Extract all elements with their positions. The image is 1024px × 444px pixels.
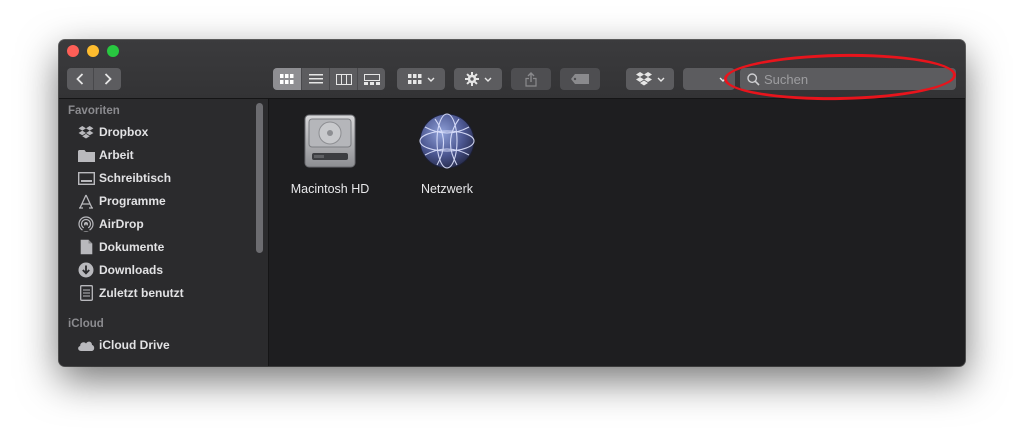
share-button[interactable] xyxy=(511,68,551,90)
zoom-button[interactable] xyxy=(107,45,119,57)
document-icon xyxy=(77,239,95,255)
column-view-icon xyxy=(335,73,352,85)
search-icon xyxy=(747,72,760,86)
gear-icon xyxy=(464,72,479,86)
sidebar-item-programme[interactable]: Programme xyxy=(77,191,166,211)
toolbar xyxy=(59,40,965,99)
applications-icon xyxy=(77,193,95,209)
group-button[interactable] xyxy=(397,68,445,90)
desktop-icon xyxy=(77,170,95,186)
sidebar-item-dokumente[interactable]: Dokumente xyxy=(77,237,164,257)
nav-buttons xyxy=(67,68,121,90)
hard-drive-icon xyxy=(304,114,356,168)
sidebar-section-favorites: Favoriten xyxy=(68,105,120,117)
dropbox-button[interactable] xyxy=(626,68,674,90)
folder-icon xyxy=(77,147,95,163)
sidebar-item-airdrop[interactable]: AirDrop xyxy=(77,214,144,234)
sidebar-item-icloud-drive[interactable]: iCloud Drive xyxy=(77,335,170,355)
icon-view-icon xyxy=(280,74,294,84)
view-mode-segment xyxy=(273,68,385,90)
file-item-macintosh-hd[interactable]: Macintosh HD xyxy=(282,109,378,196)
column-view-button[interactable] xyxy=(330,68,357,90)
icon-view-button[interactable] xyxy=(273,68,301,90)
gallery-view-button[interactable] xyxy=(358,68,385,90)
minimize-button[interactable] xyxy=(87,45,99,57)
file-item-netzwerk[interactable]: Netzwerk xyxy=(399,109,495,196)
download-icon xyxy=(77,262,95,278)
sidebar-item-label: Dokumente xyxy=(99,240,165,254)
share-icon xyxy=(525,71,537,87)
group-icon xyxy=(407,74,421,84)
sidebar-section-icloud: iCloud xyxy=(68,318,104,330)
back-button[interactable] xyxy=(67,68,93,90)
more-dropdown-button[interactable] xyxy=(683,68,735,90)
gallery-view-icon xyxy=(363,73,380,85)
chevron-left-icon xyxy=(76,73,84,85)
sidebar-item-label: Dropbox xyxy=(99,125,149,139)
sidebar-item-downloads[interactable]: Downloads xyxy=(77,260,163,280)
sidebar-item-label: Zuletzt benutzt xyxy=(99,286,184,300)
sidebar-item-dropbox[interactable]: Dropbox xyxy=(77,122,148,142)
sidebar-item-label: Programme xyxy=(99,194,166,208)
close-button[interactable] xyxy=(67,45,79,57)
finder-window: Favoriten Dropbox Arbeit Schreibtisch Pr… xyxy=(59,40,965,366)
sidebar: Favoriten Dropbox Arbeit Schreibtisch Pr… xyxy=(59,99,269,366)
list-view-button[interactable] xyxy=(302,68,329,90)
search-field[interactable] xyxy=(740,68,956,90)
tag-button[interactable] xyxy=(560,68,600,90)
sidebar-item-label: iCloud Drive xyxy=(99,338,170,352)
tag-icon xyxy=(571,74,589,84)
chevron-right-icon xyxy=(104,73,112,85)
cloud-icon xyxy=(77,337,95,353)
chevron-down-icon xyxy=(427,77,434,82)
sidebar-item-label: Downloads xyxy=(99,263,164,277)
file-item-label: Netzwerk xyxy=(420,182,474,196)
forward-button[interactable] xyxy=(94,68,121,90)
sidebar-item-label: AirDrop xyxy=(99,217,144,231)
action-button[interactable] xyxy=(454,68,502,90)
airdrop-icon xyxy=(77,216,95,232)
dropbox-icon xyxy=(635,72,652,86)
chevron-down-icon xyxy=(719,77,727,82)
network-globe-icon xyxy=(419,113,475,169)
list-view-icon xyxy=(308,74,323,84)
dropbox-icon xyxy=(77,124,95,140)
sidebar-item-label: Schreibtisch xyxy=(99,171,172,185)
recents-icon xyxy=(77,285,95,301)
sidebar-item-schreibtisch[interactable]: Schreibtisch xyxy=(77,168,171,188)
file-item-label: Macintosh HD xyxy=(290,182,370,196)
sidebar-item-label: Arbeit xyxy=(99,148,134,162)
chevron-down-icon xyxy=(484,77,491,82)
sidebar-item-arbeit[interactable]: Arbeit xyxy=(77,145,134,165)
file-browser-content: Macintosh HD Netzwerk xyxy=(269,99,965,366)
sidebar-item-zuletzt-benutzt[interactable]: Zuletzt benutzt xyxy=(77,283,184,303)
chevron-down-icon xyxy=(657,77,664,82)
search-input[interactable] xyxy=(760,71,944,87)
sidebar-scrollbar[interactable] xyxy=(256,103,263,253)
